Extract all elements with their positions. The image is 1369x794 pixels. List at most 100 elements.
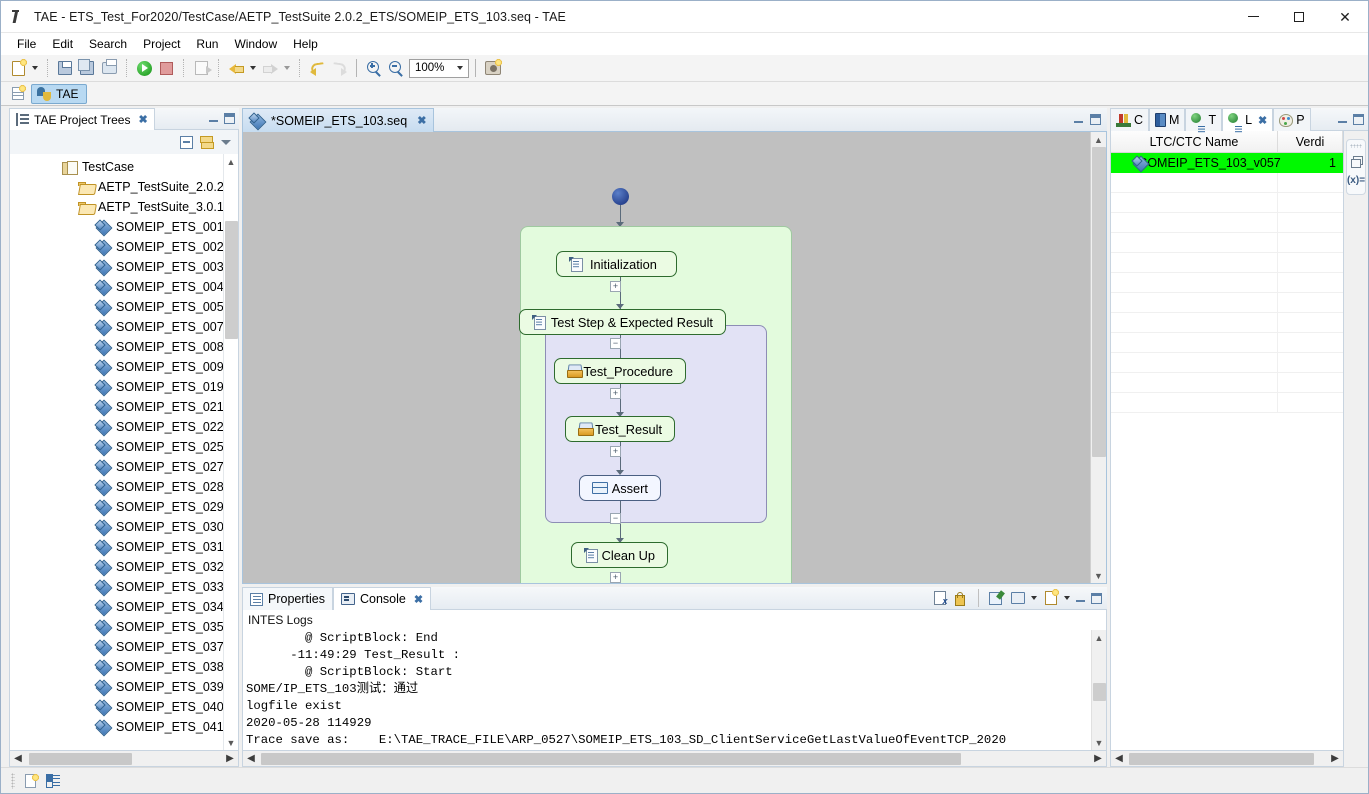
collapse-toggle-assert[interactable]: − (610, 513, 621, 524)
minimize-view-icon[interactable] (1337, 114, 1348, 125)
console-output-text[interactable]: @ ScriptBlock: End -11:49:29 Test_Result… (243, 630, 1091, 750)
table-row[interactable]: SOMEIP_ETS_103_v057 1 (1111, 153, 1343, 173)
scroll-down-icon[interactable]: ▼ (1092, 735, 1107, 750)
tree-item-someip_ets_040[interactable]: SOMEIP_ETS_040_ (10, 697, 223, 717)
ltc-hscroll-thumb[interactable] (1129, 753, 1314, 765)
node-test-procedure[interactable]: Test_Procedure (554, 358, 686, 384)
run-button[interactable] (133, 58, 155, 79)
tree-item-aetp_testsuite_3.0.1[interactable]: AETP_TestSuite_3.0.1_ (10, 197, 223, 217)
restore-icon[interactable] (1351, 156, 1362, 167)
close-icon[interactable]: ✖ (414, 593, 423, 606)
scroll-down-icon[interactable]: ▼ (1091, 568, 1106, 583)
scroll-right-icon[interactable]: ▶ (222, 751, 238, 766)
tree-item-someip_ets_019[interactable]: SOMEIP_ETS_019_ (10, 377, 223, 397)
close-icon[interactable]: ✖ (1258, 114, 1267, 127)
tree-item-someip_ets_041[interactable]: SOMEIP_ETS_041_ (10, 717, 223, 737)
node-clean-up[interactable]: Clean Up (571, 542, 668, 568)
zoom-level-combo[interactable]: 100% (409, 59, 469, 78)
tree-item-someip_ets_035[interactable]: SOMEIP_ETS_035_ (10, 617, 223, 637)
ltc-hscroll-track[interactable] (1127, 752, 1327, 766)
tree-hscroll-thumb[interactable] (29, 753, 132, 765)
start-dot[interactable] (612, 188, 629, 205)
scroll-left-icon[interactable]: ◀ (243, 751, 259, 766)
variables-icon[interactable]: (x)= (1347, 175, 1365, 186)
table-row-empty[interactable] (1111, 333, 1343, 353)
tab-tae-project-trees[interactable]: TAE Project Trees ✖ (9, 108, 155, 130)
table-row-empty[interactable] (1111, 253, 1343, 273)
tree-item-someip_ets_007[interactable]: SOMEIP_ETS_007_ (10, 317, 223, 337)
menu-run[interactable]: Run (188, 35, 226, 53)
close-icon[interactable]: ✖ (417, 114, 426, 127)
menu-window[interactable]: Window (226, 35, 285, 53)
tree-scroll-thumb[interactable] (225, 221, 238, 339)
scroll-left-icon[interactable]: ◀ (1111, 751, 1127, 766)
new-item-icon[interactable] (25, 774, 36, 788)
link-with-editor-icon[interactable] (199, 135, 214, 149)
tab-properties[interactable]: Properties (242, 587, 333, 610)
zoom-out-button[interactable] (385, 58, 407, 79)
expand-toggle-test-procedure[interactable]: + (610, 388, 621, 399)
tree-scroll-track[interactable] (224, 169, 239, 735)
screenshot-button[interactable] (482, 58, 504, 79)
expand-toggle-clean-up[interactable]: + (610, 572, 621, 583)
tree-item-someip_ets_038[interactable]: SOMEIP_ETS_038_ (10, 657, 223, 677)
console-horizontal-scrollbar[interactable]: ◀ ▶ (242, 751, 1107, 767)
tree-item-someip_ets_037[interactable]: SOMEIP_ETS_037_ (10, 637, 223, 657)
tree-item-someip_ets_028[interactable]: SOMEIP_ETS_028_ (10, 477, 223, 497)
undo-button[interactable] (306, 58, 328, 79)
column-header-name[interactable]: LTC/CTC Name (1111, 131, 1278, 152)
scroll-down-icon[interactable]: ▼ (224, 735, 239, 750)
canvas-scroll-thumb[interactable] (1092, 147, 1106, 457)
new-file-dropdown[interactable] (29, 58, 41, 79)
tree-item-someip_ets_005[interactable]: SOMEIP_ETS_005_ (10, 297, 223, 317)
tab-console[interactable]: Console ✖ (333, 587, 431, 610)
tab-ltc[interactable]: L ✖ (1222, 108, 1273, 131)
scroll-right-icon[interactable]: ▶ (1327, 751, 1343, 766)
table-row-empty[interactable] (1111, 353, 1343, 373)
node-initialization[interactable]: Initialization (556, 251, 677, 277)
tree-vertical-scrollbar[interactable]: ▲ ▼ (223, 154, 238, 750)
expand-toggle-initialization[interactable]: + (610, 281, 621, 292)
tab-testcase[interactable]: T (1185, 108, 1222, 131)
table-row-empty[interactable] (1111, 233, 1343, 253)
scroll-up-icon[interactable]: ▲ (1092, 630, 1107, 645)
drag-grip-icon[interactable] (1350, 144, 1362, 148)
tree-item-someip_ets_025[interactable]: SOMEIP_ETS_025_ (10, 437, 223, 457)
console-vertical-scrollbar[interactable]: ▲ ▼ (1091, 630, 1106, 750)
scroll-lock-button[interactable] (953, 590, 970, 607)
tree-item-someip_ets_022[interactable]: SOMEIP_ETS_022_ (10, 417, 223, 437)
open-perspective-button[interactable] (9, 85, 27, 103)
perspective-tab-tae[interactable]: TAE (31, 84, 87, 104)
close-icon[interactable]: ✖ (138, 113, 147, 126)
menu-search[interactable]: Search (81, 35, 135, 53)
tree-item-aetp_testsuite_2.0.2[interactable]: AETP_TestSuite_2.0.2_ (10, 177, 223, 197)
zoom-in-button[interactable] (363, 58, 385, 79)
back-dropdown[interactable] (247, 58, 259, 79)
tree-horizontal-scrollbar[interactable]: ◀ ▶ (9, 751, 239, 767)
view-menu-icon[interactable] (220, 136, 232, 148)
scroll-up-icon[interactable]: ▲ (224, 154, 239, 169)
maximize-view-icon[interactable] (1353, 114, 1364, 125)
stop-button[interactable] (155, 58, 177, 79)
node-test-result[interactable]: Test_Result (565, 416, 675, 442)
redo-button[interactable] (328, 58, 350, 79)
tree-item-someip_ets_034[interactable]: SOMEIP_ETS_034_ (10, 597, 223, 617)
pin-console-button[interactable] (987, 590, 1004, 607)
forward-dropdown[interactable] (281, 58, 293, 79)
scroll-right-icon[interactable]: ▶ (1090, 751, 1106, 766)
tree-item-someip_ets_033[interactable]: SOMEIP_ETS_033_ (10, 577, 223, 597)
table-row-empty[interactable] (1111, 213, 1343, 233)
close-button[interactable]: ✕ (1322, 1, 1368, 33)
minimize-editor-icon[interactable] (1073, 114, 1084, 125)
project-tree-list[interactable]: TestCaseAETP_TestSuite_2.0.2_AETP_TestSu… (10, 154, 223, 750)
tree-item-someip_ets_009[interactable]: SOMEIP_ETS_009_ (10, 357, 223, 377)
maximize-view-icon[interactable] (224, 113, 235, 124)
tree-item-someip_ets_002[interactable]: SOMEIP_ETS_002_ (10, 237, 223, 257)
column-header-verdict[interactable]: Verdi (1278, 131, 1343, 152)
display-selected-console-button[interactable] (1009, 590, 1026, 607)
table-row-empty[interactable] (1111, 273, 1343, 293)
scroll-up-icon[interactable]: ▲ (1091, 132, 1106, 147)
tree-item-someip_ets_032[interactable]: SOMEIP_ETS_032_ (10, 557, 223, 577)
tab-manual[interactable]: M (1149, 108, 1185, 131)
menu-file[interactable]: File (9, 35, 44, 53)
